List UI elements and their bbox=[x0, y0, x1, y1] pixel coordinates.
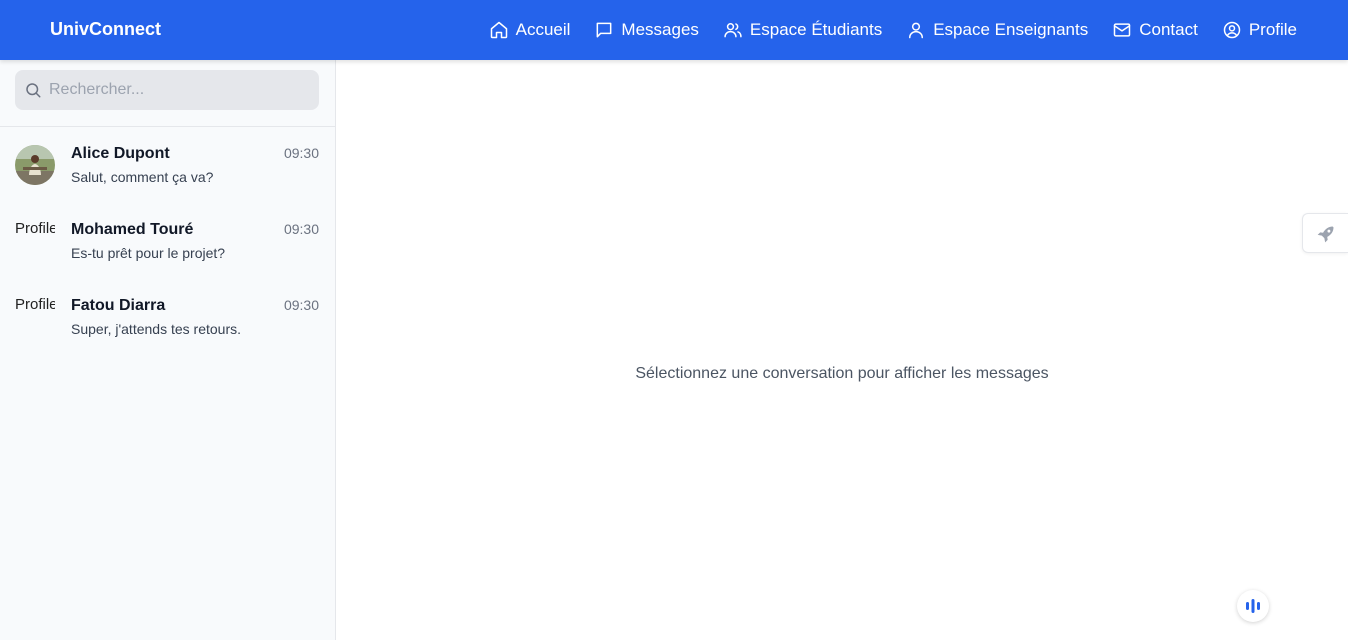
message-panel: Sélectionnez une conversation pour affic… bbox=[336, 60, 1348, 640]
search-input[interactable] bbox=[49, 70, 311, 110]
brand-logo[interactable]: UnivConnect bbox=[50, 19, 161, 40]
nav-item-espace-etudiants[interactable]: Espace Étudiants bbox=[723, 20, 882, 40]
audio-bars-icon bbox=[1246, 599, 1260, 613]
search-icon bbox=[26, 83, 41, 98]
contact-name: Mohamed Touré bbox=[71, 221, 194, 238]
avatar-alt-text: Profile bbox=[15, 221, 55, 237]
user-icon bbox=[909, 22, 924, 39]
message-preview: Es-tu prêt pour le projet? bbox=[71, 245, 226, 261]
search-area bbox=[0, 60, 335, 127]
nav-item-espace-enseignants[interactable]: Espace Enseignants bbox=[906, 20, 1088, 40]
contact-name: Alice Dupont bbox=[71, 145, 170, 162]
nav-item-messages[interactable]: Messages bbox=[594, 20, 699, 40]
top-navbar: UnivConnect Accueil Messages Espace Étud… bbox=[0, 0, 1348, 60]
avatar-alt-text: Profile bbox=[15, 297, 55, 313]
user-circle-icon bbox=[1223, 21, 1241, 39]
conversation-item[interactable]: Alice Dupont 09:30 Salut, comment ça va? bbox=[0, 127, 335, 203]
nav-item-profile[interactable]: Profile bbox=[1222, 20, 1297, 40]
nav-label: Contact bbox=[1139, 20, 1198, 39]
message-icon bbox=[597, 22, 612, 38]
avatar-broken-image: Profile bbox=[15, 221, 55, 261]
avatar-photo bbox=[15, 145, 55, 185]
empty-state-text: Sélectionnez une conversation pour affic… bbox=[635, 365, 1049, 382]
avatar-broken-image: Profile bbox=[15, 297, 55, 337]
message-time: 09:30 bbox=[283, 297, 319, 313]
nav-label: Profile bbox=[1248, 20, 1297, 39]
conversation-item[interactable]: Profile Fatou Diarra 09:30 Super, j'atte… bbox=[0, 279, 335, 355]
nav-label: Espace Enseignants bbox=[933, 20, 1089, 39]
message-time: 09:30 bbox=[283, 145, 319, 161]
avatar bbox=[15, 145, 55, 185]
conversation-item[interactable]: Profile Mohamed Touré 09:30 Es-tu prêt p… bbox=[0, 203, 335, 279]
contact-name: Fatou Diarra bbox=[71, 297, 166, 314]
users-icon bbox=[724, 23, 742, 38]
message-time: 09:30 bbox=[283, 221, 319, 237]
search-box[interactable] bbox=[15, 70, 319, 110]
message-preview: Salut, comment ça va? bbox=[71, 169, 214, 185]
mail-icon bbox=[1113, 23, 1131, 37]
side-rocket-tab[interactable] bbox=[1302, 213, 1348, 253]
nav-label: Espace Étudiants bbox=[749, 20, 883, 39]
nav-item-contact[interactable]: Contact bbox=[1112, 20, 1198, 40]
voice-assistant-button[interactable] bbox=[1237, 590, 1269, 622]
rocket-icon bbox=[1317, 226, 1334, 243]
home-icon bbox=[490, 21, 507, 39]
nav-item-accueil[interactable]: Accueil bbox=[489, 20, 571, 40]
message-preview: Super, j'attends tes retours. bbox=[71, 321, 241, 337]
conversation-sidebar: Alice Dupont 09:30 Salut, comment ça va?… bbox=[0, 60, 336, 640]
main-nav: Accueil Messages Espace Étudiants Espace… bbox=[489, 0, 1297, 60]
nav-label: Accueil bbox=[515, 20, 571, 39]
nav-label: Messages bbox=[621, 20, 699, 39]
